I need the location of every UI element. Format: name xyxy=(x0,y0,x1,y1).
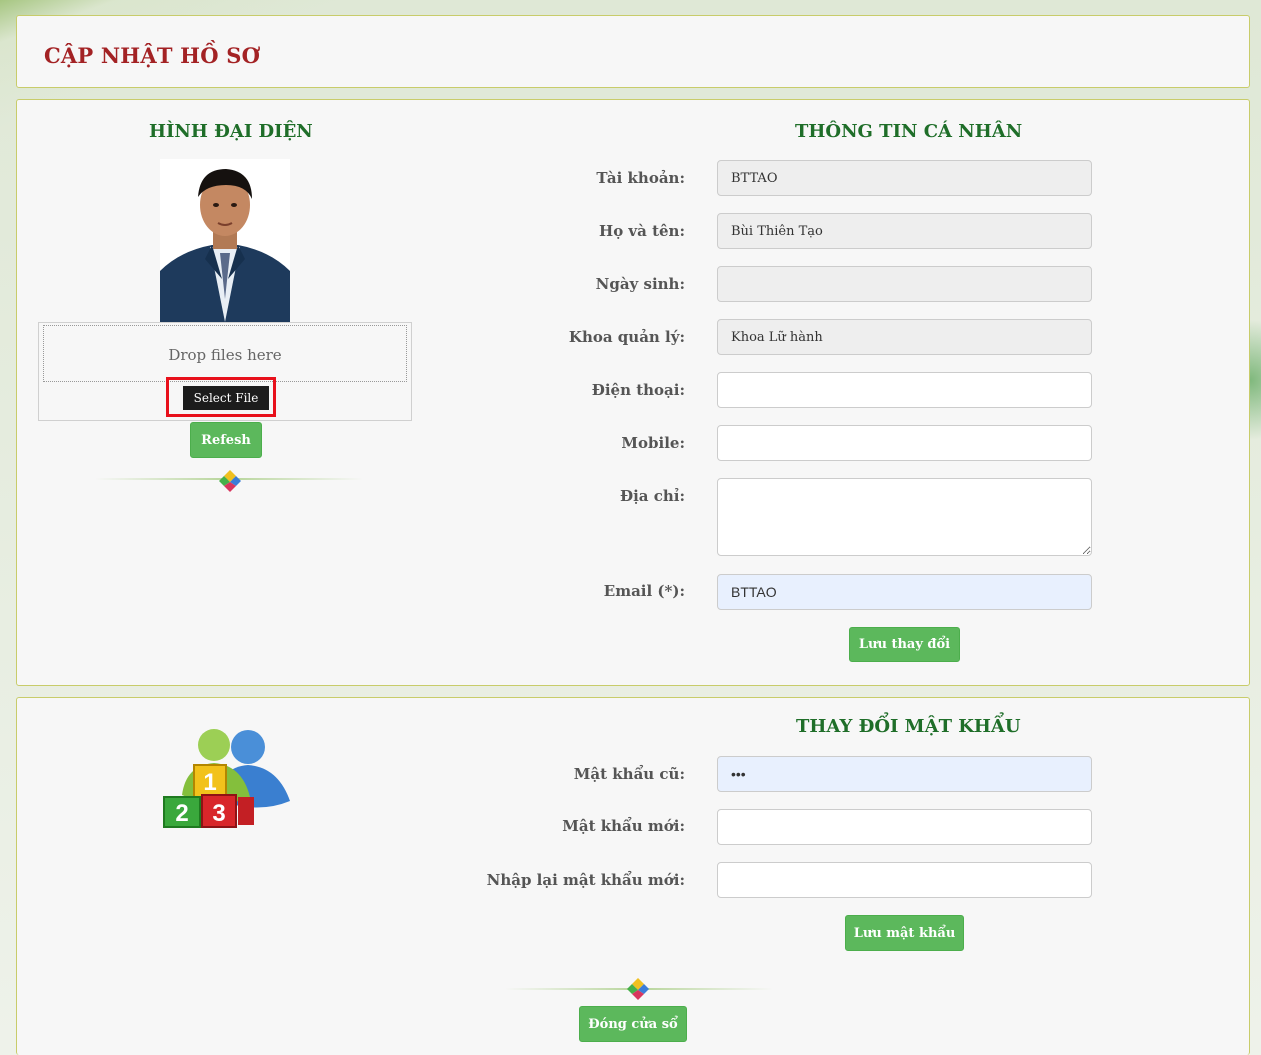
fullname-label: Họ và tên: xyxy=(599,222,685,240)
phone-field[interactable] xyxy=(717,372,1092,408)
faculty-label: Khoa quản lý: xyxy=(568,328,685,346)
address-label: Địa chỉ: xyxy=(619,487,685,505)
password-section-title: THAY ĐỔI MẬT KHẨU xyxy=(796,716,1021,737)
birthdate-label: Ngày sinh: xyxy=(595,275,685,293)
account-label: Tài khoản: xyxy=(596,169,685,187)
close-window-button[interactable]: Đóng cửa sổ xyxy=(579,1006,687,1042)
diamond-ornament-icon xyxy=(219,470,241,492)
address-field[interactable] xyxy=(717,478,1092,556)
confirm-password-field[interactable] xyxy=(717,862,1092,898)
old-password-label: Mật khẩu cũ: xyxy=(573,765,685,783)
svg-text:3: 3 xyxy=(212,800,225,827)
email-label: Email (*): xyxy=(603,582,685,600)
mobile-field[interactable] xyxy=(717,425,1092,461)
account-field[interactable] xyxy=(717,160,1092,196)
personal-info-title: THÔNG TIN CÁ NHÂN xyxy=(795,121,1023,142)
email-field[interactable] xyxy=(717,574,1092,610)
old-password-field[interactable] xyxy=(717,756,1092,792)
new-password-field[interactable] xyxy=(717,809,1092,845)
save-password-button[interactable]: Lưu mật khẩu xyxy=(845,915,964,951)
faculty-field[interactable] xyxy=(717,319,1092,355)
dropzone-text: Drop files here xyxy=(168,346,282,364)
confirm-password-label: Nhập lại mật khẩu mới: xyxy=(486,871,685,889)
svg-text:1: 1 xyxy=(203,769,216,796)
mobile-label: Mobile: xyxy=(621,434,685,452)
refresh-button[interactable]: Refesh xyxy=(190,422,262,458)
birthdate-field[interactable] xyxy=(717,266,1092,302)
fullname-field[interactable] xyxy=(717,213,1092,249)
page-title: CẬP NHẬT HỒ SƠ xyxy=(44,43,261,68)
phone-label: Điện thoại: xyxy=(591,381,685,399)
save-profile-button[interactable]: Lưu thay đổi xyxy=(849,627,960,662)
avatar-section-title: HÌNH ĐẠI DIỆN xyxy=(149,121,313,142)
svg-text:2: 2 xyxy=(175,800,188,827)
select-file-button[interactable]: Select File xyxy=(183,386,269,410)
diamond-ornament-icon xyxy=(627,978,649,1000)
new-password-label: Mật khẩu mới: xyxy=(562,817,685,835)
